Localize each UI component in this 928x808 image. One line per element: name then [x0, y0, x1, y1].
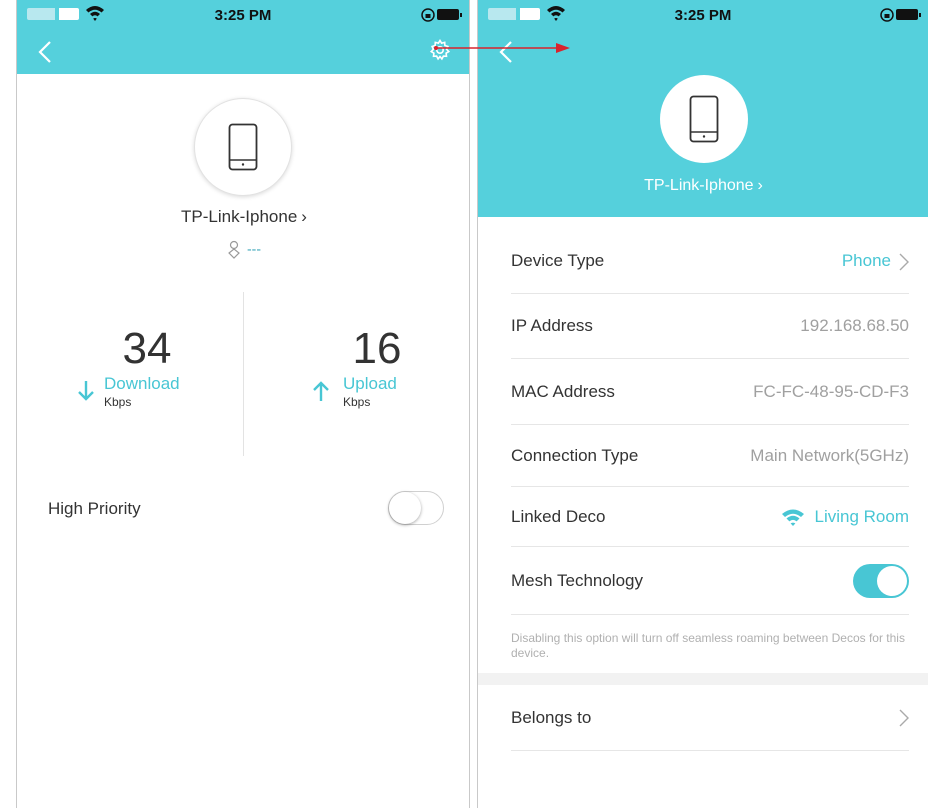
device-info-list: Device Type Phone IP Address 192.168.68.… — [478, 229, 928, 751]
device-name: TP-Link-Iphone — [644, 177, 754, 194]
phone-icon — [228, 123, 258, 171]
battery-icon — [437, 9, 462, 20]
header: 3:25 PM TP-Link-Iphone › — [478, 0, 928, 217]
upload-unit: Kbps — [343, 395, 371, 409]
device-type-text: Phone — [841, 251, 891, 270]
device-name: TP-Link-Iphone — [181, 207, 298, 226]
download-stat: 34 Download Kbps — [77, 324, 217, 414]
top-bar: 3:25 PM — [17, 0, 469, 74]
back-icon[interactable] — [35, 39, 57, 65]
person-icon — [228, 240, 240, 259]
mac-address-value: FC-FC-48-95-CD-F3 — [753, 381, 909, 401]
lock-icon — [880, 8, 894, 22]
device-detail-screen: 3:25 PM TP-Link-Iphone› --- 34 Download — [16, 0, 470, 808]
status-bar: 3:25 PM — [17, 0, 469, 31]
nav-bar — [478, 31, 928, 74]
device-name-link[interactable]: TP-Link-Iphone › — [478, 177, 928, 195]
chevron-right-icon: › — [301, 207, 307, 226]
linked-deco-label: Linked Deco — [511, 506, 606, 526]
high-priority-toggle[interactable] — [388, 491, 444, 525]
linked-deco-text: Living Room — [814, 506, 910, 526]
gear-icon[interactable] — [429, 39, 451, 61]
status-bar: 3:25 PM — [478, 0, 928, 31]
phone-icon — [689, 95, 719, 143]
battery-icon — [896, 9, 921, 20]
nav-bar — [17, 31, 469, 74]
belongs-to-chevron — [899, 708, 909, 728]
mesh-technology-row: Mesh Technology — [511, 547, 909, 615]
arrow-down-icon — [78, 381, 94, 401]
stats-divider — [243, 292, 244, 456]
ip-address-row: IP Address 192.168.68.50 — [511, 294, 909, 359]
belongs-to-row[interactable]: Belongs to — [511, 685, 909, 751]
device-type-value: Phone — [842, 251, 909, 271]
device-type-row[interactable]: Device Type Phone — [511, 229, 909, 294]
mesh-technology-label: Mesh Technology — [511, 570, 643, 590]
mac-address-label: MAC Address — [511, 381, 615, 401]
device-avatar — [660, 75, 748, 163]
mesh-technology-toggle[interactable] — [853, 564, 909, 598]
back-icon[interactable] — [496, 39, 518, 65]
owner-row[interactable]: --- — [17, 240, 469, 260]
ip-address-label: IP Address — [511, 316, 593, 335]
ip-address-value: 192.168.68.50 — [800, 316, 909, 335]
status-time: 3:25 PM — [214, 7, 272, 24]
lock-icon — [421, 8, 435, 22]
download-label: Download — [104, 374, 180, 393]
status-time: 3:25 PM — [674, 7, 732, 24]
device-settings-screen: 3:25 PM TP-Link-Iphone › Device Type Phon… — [477, 0, 928, 808]
upload-value: 16 — [352, 324, 402, 373]
owner-name: --- — [247, 240, 261, 257]
upload-stat: 16 Upload Kbps — [307, 324, 417, 414]
download-unit: Kbps — [104, 395, 132, 409]
device-type-label: Device Type — [511, 251, 605, 270]
connection-type-value: Main Network(5GHz) — [750, 445, 909, 465]
connection-type-row: Connection Type Main Network(5GHz) — [511, 425, 909, 487]
toggle-knob — [877, 566, 907, 596]
chevron-right-icon — [899, 253, 909, 271]
section-gap — [478, 673, 928, 685]
high-priority-label: High Priority — [48, 499, 141, 518]
download-value: 34 — [122, 324, 172, 373]
device-name-link[interactable]: TP-Link-Iphone › — [17, 207, 469, 227]
linked-deco-row[interactable]: Linked Deco Living Room — [511, 487, 909, 547]
upload-label: Upload — [343, 374, 397, 393]
device-avatar — [194, 98, 292, 196]
chevron-right-icon — [899, 709, 909, 727]
arrow-up-icon — [313, 381, 329, 401]
chevron-right-icon: › — [757, 177, 763, 194]
linked-deco-value: Living Room — [781, 506, 910, 527]
wifi-icon — [781, 509, 804, 527]
mesh-note: Disabling this option will turn off seam… — [511, 631, 905, 660]
belongs-to-label: Belongs to — [511, 707, 592, 727]
toggle-knob — [389, 492, 421, 524]
mac-address-row: MAC Address FC-FC-48-95-CD-F3 — [511, 359, 909, 425]
connection-type-label: Connection Type — [511, 445, 639, 465]
